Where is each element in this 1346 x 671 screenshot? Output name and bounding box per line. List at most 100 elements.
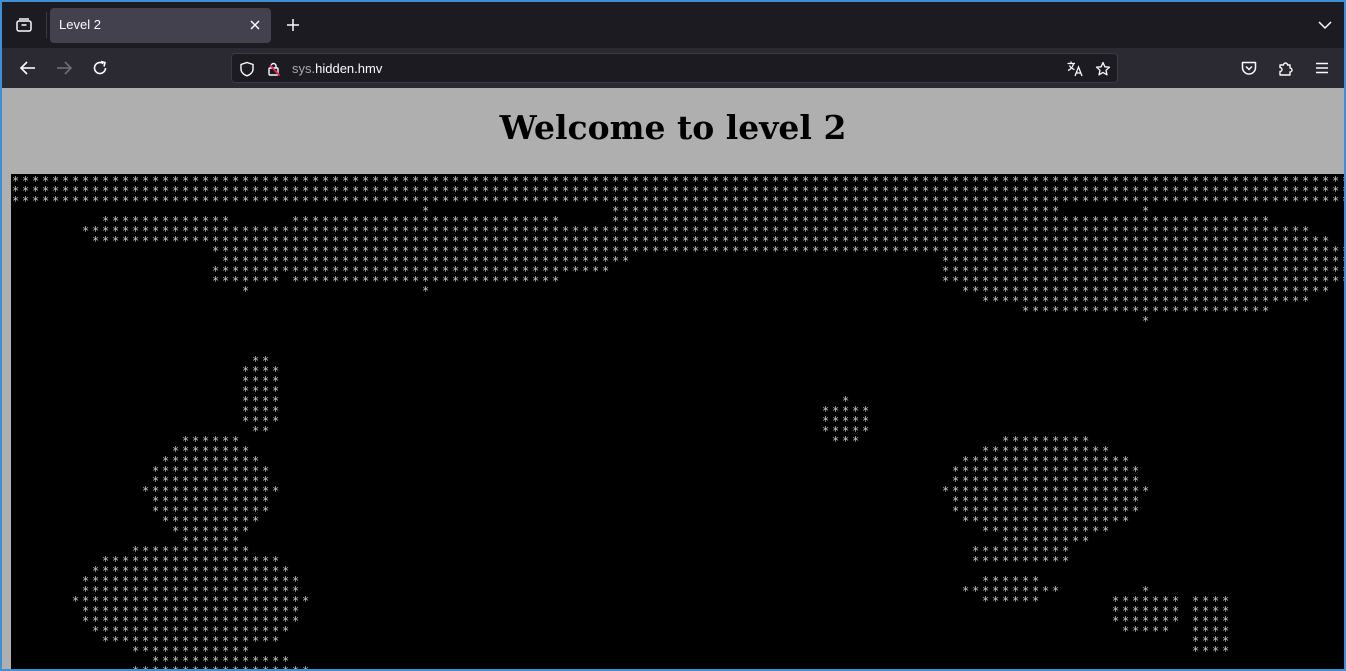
ascii-map-glyph: * [1212, 194, 1219, 208]
arrow-right-icon[interactable] [52, 56, 76, 80]
ascii-map-glyph: * [822, 244, 829, 258]
ascii-map-glyph: * [152, 194, 159, 208]
ascii-map-glyph: * [582, 264, 589, 278]
ascii-map-glyph: * [182, 664, 189, 671]
tab-separator [46, 12, 47, 38]
ascii-map-glyph: * [172, 194, 179, 208]
ascii-map-glyph: * [702, 244, 709, 258]
ascii-map-glyph: * [332, 274, 339, 288]
ascii-map-glyph: * [172, 524, 179, 538]
ascii-map-glyph: * [192, 664, 199, 671]
translate-icon[interactable] [1066, 60, 1084, 78]
ascii-map-glyph: * [1132, 504, 1139, 518]
ascii-map-glyph: * [322, 274, 329, 288]
ascii-map-glyph: * [252, 514, 259, 528]
ascii-map-glyph: * [862, 424, 869, 438]
ascii-map-glyph: * [132, 664, 139, 671]
ascii-map-glyph: * [152, 664, 159, 671]
close-icon[interactable] [247, 17, 263, 33]
shield-icon[interactable] [238, 60, 256, 78]
ascii-map-glyph: * [602, 194, 609, 208]
ascii-map-glyph: * [22, 194, 29, 208]
ascii-map-glyph: * [1022, 304, 1029, 318]
ascii-map-glyph: * [1002, 294, 1009, 308]
ascii-map-glyph: * [262, 274, 269, 288]
url-bar[interactable]: sys.hidden.hmv [231, 53, 1118, 83]
ascii-map-glyph: * [282, 624, 289, 638]
ascii-map-glyph: * [112, 194, 119, 208]
ascii-map-glyph: * [1192, 194, 1199, 208]
ascii-map-glyph: * [1272, 194, 1279, 208]
ascii-map-glyph: * [362, 274, 369, 288]
hamburger-icon[interactable] [1310, 56, 1334, 80]
tab-strip: Level 2 [2, 2, 1344, 48]
ascii-map-glyph: * [452, 274, 459, 288]
reload-icon[interactable] [88, 56, 112, 80]
ascii-map-glyph: * [1022, 554, 1029, 568]
ascii-map-glyph: * [742, 244, 749, 258]
chevron-down-icon[interactable] [1314, 14, 1336, 36]
ascii-map-glyph: * [482, 194, 489, 208]
ascii-map-glyph: * [132, 194, 139, 208]
ascii-map-glyph: * [1152, 304, 1159, 318]
ascii-map-glyph: * [782, 244, 789, 258]
ascii-map-glyph: * [902, 244, 909, 258]
ascii-map-glyph: * [222, 274, 229, 288]
ascii-map-glyph: * [272, 664, 279, 671]
tab-list-icon[interactable] [12, 13, 36, 37]
ascii-map-glyph: * [1322, 194, 1329, 208]
ascii-map-glyph: * [1182, 194, 1189, 208]
ascii-map-glyph: * [502, 194, 509, 208]
ascii-map-glyph: * [652, 244, 659, 258]
ascii-map-glyph: * [622, 254, 629, 268]
lock-warning-icon[interactable] [265, 60, 283, 78]
ascii-map-glyph: * [952, 504, 959, 518]
ascii-map-glyph: * [1142, 624, 1149, 638]
tab-level-2[interactable]: Level 2 [50, 8, 271, 43]
ascii-map-glyph: * [792, 244, 799, 258]
ascii-map-glyph: * [1202, 304, 1209, 318]
ascii-map-glyph: * [1252, 194, 1259, 208]
ascii-map-glyph: * [752, 244, 759, 258]
ascii-map-glyph: * [1062, 304, 1069, 318]
ascii-map-glyph: * [912, 244, 919, 258]
ascii-map-glyph: * [1282, 294, 1289, 308]
ascii-map-glyph: * [482, 274, 489, 288]
star-icon[interactable] [1094, 60, 1112, 78]
ascii-map-glyph: * [312, 274, 319, 288]
ascii-map-glyph: * [1282, 194, 1289, 208]
ascii-map-glyph: * [1342, 194, 1344, 208]
ascii-map-glyph: * [1122, 304, 1129, 318]
ascii-map-glyph: * [972, 584, 979, 598]
ascii-map-glyph: * [992, 294, 999, 308]
ascii-map-glyph: * [492, 194, 499, 208]
ascii-map-glyph: * [352, 274, 359, 288]
ascii-map-glyph: * [1252, 304, 1259, 318]
page-title: Welcome to level 2 [499, 108, 847, 147]
ascii-map-glyph: * [862, 244, 869, 258]
ascii-map-glyph: * [1092, 524, 1099, 538]
ascii-map-glyph: * [1302, 194, 1309, 208]
ascii-map-glyph: * [1092, 304, 1099, 318]
arrow-left-icon[interactable] [16, 56, 40, 80]
ascii-map-glyph: * [302, 274, 309, 288]
ascii-map-glyph: * [442, 274, 449, 288]
ascii-map-glyph: * [1292, 194, 1299, 208]
ascii-map-glyph: * [1132, 304, 1139, 318]
plus-icon[interactable] [282, 14, 304, 36]
ascii-map-glyph: * [982, 524, 989, 538]
ascii-map-glyph: * [152, 234, 159, 248]
ascii-map-glyph: * [252, 664, 259, 671]
ascii-map-glyph: * [1042, 584, 1049, 598]
ascii-map-glyph: * [1192, 644, 1199, 658]
ascii-map-glyph: * [462, 274, 469, 288]
puzzle-icon[interactable] [1274, 56, 1298, 80]
ascii-map-glyph: * [1222, 644, 1229, 658]
pocket-icon[interactable] [1237, 56, 1261, 80]
ascii-map-glyph: * [722, 244, 729, 258]
ascii-map-glyph: * [252, 424, 259, 438]
ascii-map-glyph: * [832, 244, 839, 258]
ascii-map-glyph: * [1222, 304, 1229, 318]
ascii-map-glyph: * [72, 194, 79, 208]
ascii-map-glyph: * [382, 274, 389, 288]
